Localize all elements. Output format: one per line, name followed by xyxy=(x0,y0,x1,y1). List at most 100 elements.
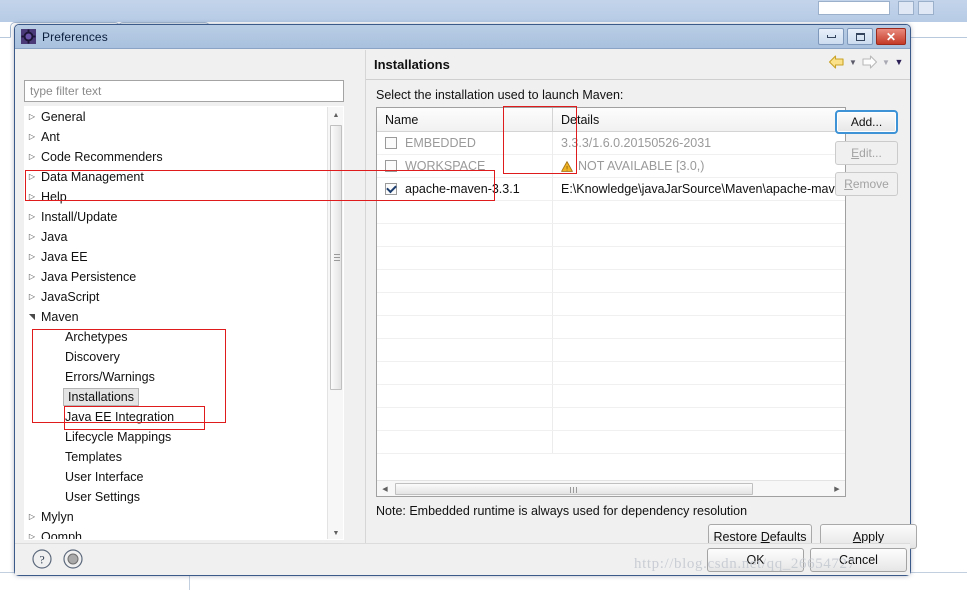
chevron-right-icon[interactable] xyxy=(25,287,39,307)
empty-cell xyxy=(377,201,553,223)
tree-scrollbar-thumb[interactable] xyxy=(330,125,342,390)
preference-tree[interactable]: General Ant Code Recommenders Data Manageme… xyxy=(24,106,344,540)
row-checkbox[interactable] xyxy=(385,183,397,195)
sidebar-item-oomph[interactable]: Oomph xyxy=(25,527,328,540)
add-button[interactable]: Add... xyxy=(835,110,898,134)
sidebar-item-label: Oomph xyxy=(41,530,82,540)
help-icon[interactable]: ? xyxy=(31,548,53,570)
sidebar-item-java-ee[interactable]: Java EE xyxy=(25,247,328,267)
scroll-up-icon[interactable]: ▲ xyxy=(328,107,343,123)
sidebar-item-archetypes[interactable]: Archetypes xyxy=(25,327,328,347)
circle-icon[interactable] xyxy=(62,548,84,570)
chevron-right-icon[interactable] xyxy=(25,227,39,247)
table-empty-row xyxy=(377,247,845,270)
back-arrow-icon[interactable] xyxy=(828,54,845,70)
sidebar-item-data-management[interactable]: Data Management xyxy=(25,167,328,187)
empty-cell xyxy=(377,362,553,384)
sidebar-item-label: Installations xyxy=(63,388,140,406)
sidebar-item-installations[interactable]: Installations xyxy=(25,387,328,407)
row-checkbox[interactable] xyxy=(385,160,397,172)
sidebar-item-label: Mylyn xyxy=(41,510,74,524)
sidebar-item-java-ee-integration[interactable]: Java EE Integration xyxy=(25,407,328,427)
chevron-right-icon[interactable] xyxy=(25,187,39,207)
table-empty-row xyxy=(377,431,845,454)
dialog-title: Preferences xyxy=(42,29,108,44)
sidebar-item-general[interactable]: General xyxy=(25,107,328,127)
preferences-dialog: Preferences ✕ type filter text General An… xyxy=(14,24,917,576)
sidebar-item-label: Java EE Integration xyxy=(65,410,175,424)
table-empty-row xyxy=(377,201,845,224)
scroll-right-icon[interactable]: ▶ xyxy=(829,481,845,496)
sidebar-item-lifecycle-mappings[interactable]: Lifecycle Mappings xyxy=(25,427,328,447)
empty-cell xyxy=(377,293,553,315)
dialog-titlebar[interactable]: Preferences ✕ xyxy=(15,25,910,49)
sidebar-item-label: Java Persistence xyxy=(41,270,137,284)
sidebar-item-user-settings[interactable]: User Settings xyxy=(25,487,328,507)
maximize-button[interactable] xyxy=(847,28,873,45)
watermark-text: http://blog.csdn.net/qq_26654727 xyxy=(634,556,856,572)
sidebar-item-mylyn[interactable]: Mylyn xyxy=(25,507,328,527)
sidebar-item-label: User Interface xyxy=(65,470,144,484)
page-title: Installations xyxy=(374,57,450,72)
chevron-right-icon[interactable] xyxy=(25,507,39,527)
scroll-down-icon[interactable]: ▼ xyxy=(328,525,343,539)
sidebar-item-user-interface[interactable]: User Interface xyxy=(25,467,328,487)
sidebar-item-help[interactable]: Help xyxy=(25,187,328,207)
filter-input[interactable]: type filter text xyxy=(24,80,344,102)
column-header-details[interactable]: Details xyxy=(553,108,845,131)
back-history-chevron-down-icon[interactable]: ▼ xyxy=(848,54,858,70)
sidebar-item-javascript[interactable]: JavaScript xyxy=(25,287,328,307)
sidebar-item-label: Templates xyxy=(65,450,122,464)
chevron-right-icon[interactable] xyxy=(25,147,39,167)
table-horizontal-scrollbar[interactable]: ◀ ▶ xyxy=(377,480,845,496)
table-body[interactable]: EMBEDDED 3.3.3/1.6.0.20150526-2031 WORKSPA… xyxy=(377,131,845,454)
chevron-right-icon[interactable] xyxy=(25,107,39,127)
empty-cell xyxy=(377,247,553,269)
sidebar-item-java-persistence[interactable]: Java Persistence xyxy=(25,267,328,287)
sidebar-item-code-recommenders[interactable]: Code Recommenders xyxy=(25,147,328,167)
table-row[interactable]: WORKSPACE ! NOT AVAILABLE [3.0,) xyxy=(377,154,845,178)
scroll-left-icon[interactable]: ◀ xyxy=(377,481,393,496)
view-menu-icon[interactable]: ▼ xyxy=(894,54,904,70)
chevron-down-icon[interactable] xyxy=(25,307,39,327)
chevron-right-icon[interactable] xyxy=(25,167,39,187)
chevron-right-icon[interactable] xyxy=(25,527,39,539)
apply-label: pply xyxy=(861,529,885,544)
sidebar-item-label: Java EE xyxy=(41,250,88,264)
preference-tree-list[interactable]: General Ant Code Recommenders Data Manageme… xyxy=(25,107,328,540)
empty-cell xyxy=(377,385,553,407)
table-row[interactable]: EMBEDDED 3.3.3/1.6.0.20150526-2031 xyxy=(377,131,845,155)
sidebar-item-label: Help xyxy=(41,190,67,204)
cell-details: ! NOT AVAILABLE [3.0,) xyxy=(553,159,845,173)
installations-table[interactable]: Name Details EMBEDDED 3.3.3/1.6.0.2015052… xyxy=(376,107,846,497)
table-header-row: Name Details xyxy=(377,108,845,132)
page-instruction: Select the installation used to launch M… xyxy=(376,88,624,102)
chevron-right-icon[interactable] xyxy=(25,207,39,227)
hscrollbar-thumb[interactable] xyxy=(395,483,753,495)
chevron-right-icon[interactable] xyxy=(25,247,39,267)
sidebar-item-maven[interactable]: Maven xyxy=(25,307,328,327)
sidebar-item-label: Data Management xyxy=(41,170,144,184)
sidebar-item-templates[interactable]: Templates xyxy=(25,447,328,467)
cell-details: E:\Knowledge\javaJarSource\Maven\apache-… xyxy=(553,182,845,196)
forward-arrow-icon xyxy=(862,55,878,69)
sidebar-item-ant[interactable]: Ant xyxy=(25,127,328,147)
sidebar-item-java[interactable]: Java xyxy=(25,227,328,247)
column-header-name[interactable]: Name xyxy=(377,108,553,131)
chevron-right-icon[interactable] xyxy=(25,127,39,147)
minimize-button[interactable] xyxy=(818,28,844,45)
chevron-right-icon[interactable] xyxy=(25,267,39,287)
close-button[interactable]: ✕ xyxy=(876,28,906,45)
sidebar-item-label: Code Recommenders xyxy=(41,150,163,164)
cell-name: EMBEDDED xyxy=(377,131,553,155)
installation-details: NOT AVAILABLE [3.0,) xyxy=(578,159,705,173)
sidebar-item-label: User Settings xyxy=(65,490,141,504)
row-checkbox[interactable] xyxy=(385,137,397,149)
tree-vertical-scrollbar[interactable]: ▲ ▼ xyxy=(327,107,343,539)
sidebar-item-install-update[interactable]: Install/Update xyxy=(25,207,328,227)
table-row[interactable]: apache-maven-3.3.1 E:\Knowledge\javaJarSo… xyxy=(377,177,845,201)
sidebar-item-discovery[interactable]: Discovery xyxy=(25,347,328,367)
table-empty-row xyxy=(377,385,845,408)
installation-name: WORKSPACE xyxy=(405,159,486,173)
sidebar-item-errors-warnings[interactable]: Errors/Warnings xyxy=(25,367,328,387)
